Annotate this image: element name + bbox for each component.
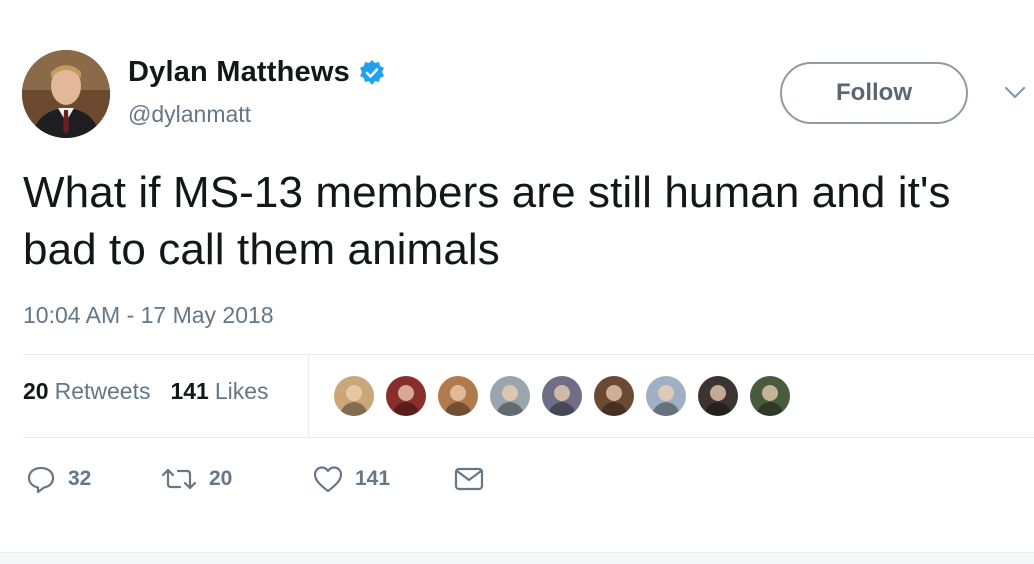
author-handle[interactable]: @dylanmatt bbox=[128, 101, 251, 128]
liker-avatar[interactable] bbox=[592, 374, 636, 418]
retweets-stat-count: 20 bbox=[23, 378, 49, 404]
retweet-count: 20 bbox=[209, 467, 233, 490]
tweet-stats: 20 Retweets 141 Likes bbox=[23, 378, 289, 405]
reply-button[interactable]: 32 bbox=[26, 464, 161, 494]
author-display-name[interactable]: Dylan Matthews bbox=[128, 56, 350, 89]
liker-avatar[interactable] bbox=[488, 374, 532, 418]
retweets-stat[interactable]: 20 Retweets bbox=[23, 378, 150, 405]
like-count: 141 bbox=[355, 467, 391, 490]
chevron-down-icon[interactable] bbox=[1002, 82, 1028, 102]
liker-avatar[interactable] bbox=[332, 374, 376, 418]
retweet-icon bbox=[161, 468, 197, 490]
heart-icon bbox=[313, 466, 343, 493]
like-button[interactable]: 141 bbox=[313, 465, 453, 493]
divider bbox=[23, 437, 1034, 438]
verified-badge-icon bbox=[358, 59, 386, 87]
tweet-timestamp[interactable]: 10:04 AM - 17 May 2018 bbox=[23, 302, 274, 329]
liker-avatar[interactable] bbox=[384, 374, 428, 418]
liker-avatar[interactable] bbox=[540, 374, 584, 418]
retweets-stat-label: Retweets bbox=[54, 378, 151, 404]
stats-separator bbox=[308, 354, 309, 437]
follow-button[interactable]: Follow bbox=[780, 62, 968, 124]
liker-avatar[interactable] bbox=[644, 374, 688, 418]
liker-avatar[interactable] bbox=[696, 374, 740, 418]
author-avatar[interactable] bbox=[22, 50, 110, 138]
liker-avatars bbox=[332, 374, 800, 418]
likes-stat-count: 141 bbox=[170, 378, 209, 404]
liker-avatar[interactable] bbox=[436, 374, 480, 418]
liker-avatar[interactable] bbox=[748, 374, 792, 418]
likes-stat[interactable]: 141 Likes bbox=[170, 378, 268, 405]
bottom-border bbox=[0, 552, 1034, 564]
likes-stat-label: Likes bbox=[214, 378, 269, 404]
reply-icon bbox=[27, 466, 55, 494]
envelope-icon bbox=[454, 467, 484, 491]
retweet-button[interactable]: 20 bbox=[161, 464, 313, 494]
reply-count: 32 bbox=[68, 467, 92, 490]
divider bbox=[23, 354, 1034, 355]
direct-message-button[interactable] bbox=[453, 466, 485, 492]
tweet-actions: 32 20 141 bbox=[26, 464, 485, 494]
tweet-text: What if MS-13 members are still human an… bbox=[23, 168, 951, 274]
